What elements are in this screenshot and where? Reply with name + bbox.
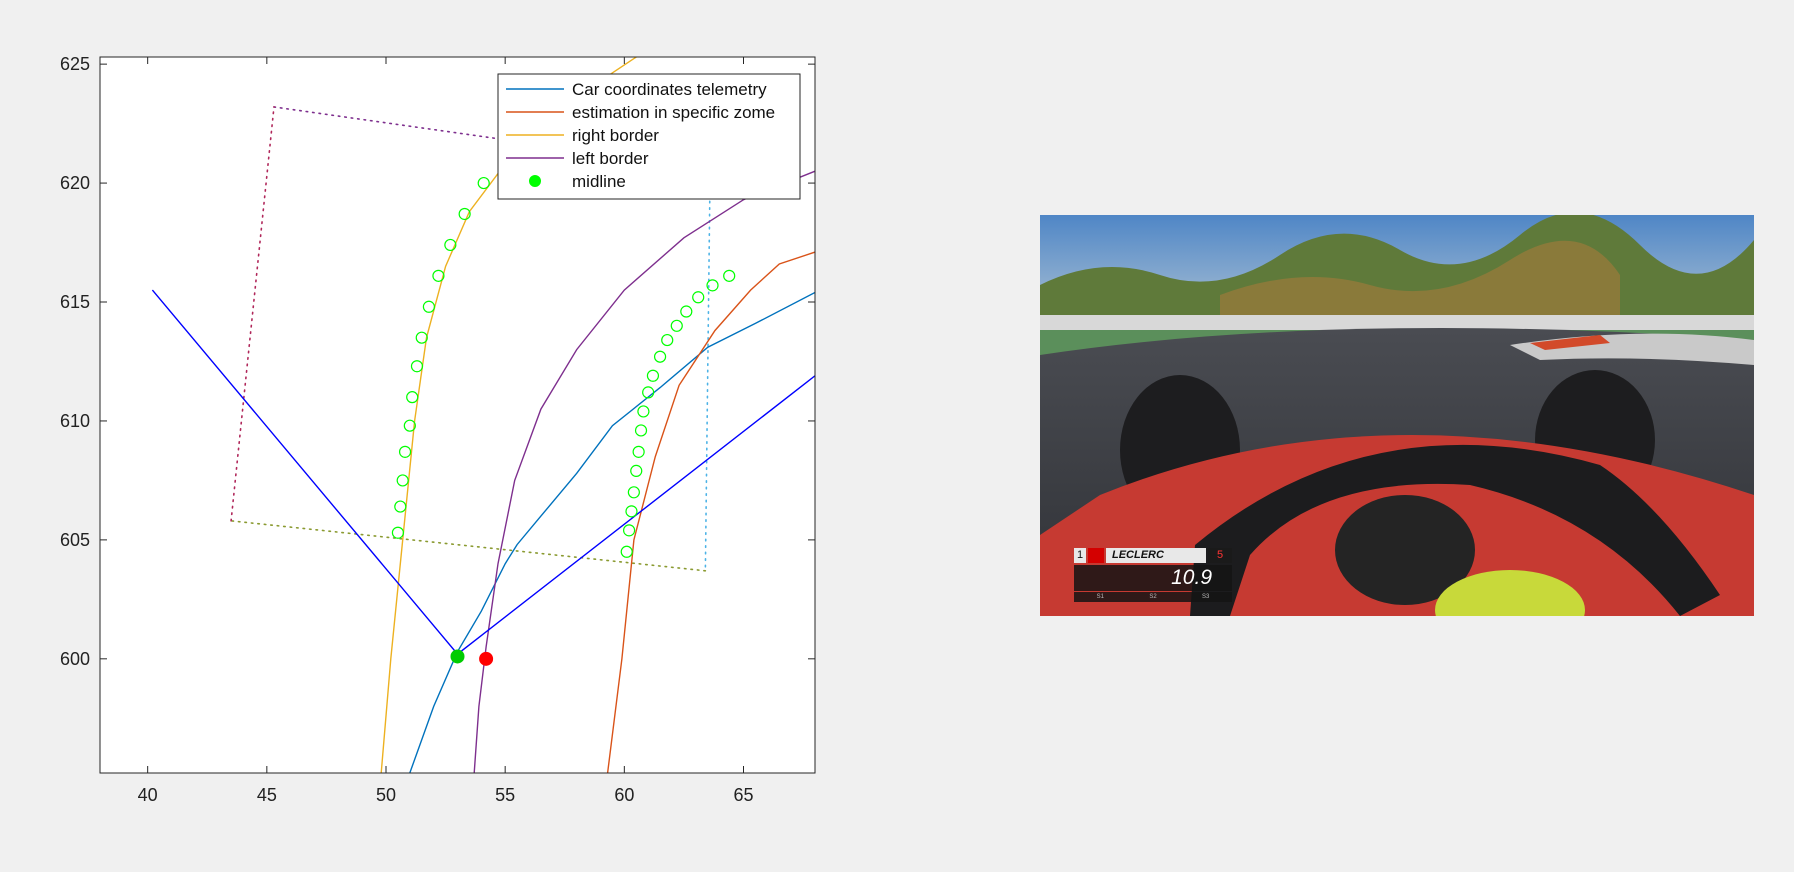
legend-label-1: Car coordinates telemetry	[572, 80, 767, 99]
hud-sector-2: S2	[1149, 594, 1157, 600]
x-tick-label-45: 45	[257, 785, 277, 805]
x-tick-label-40: 40	[138, 785, 158, 805]
ferrari-logo-icon	[1088, 548, 1104, 563]
hud-sectors: S1 S2 S3	[1074, 592, 1232, 602]
hud-sector-1: S1	[1096, 594, 1104, 600]
x-tick-label-50: 50	[376, 785, 396, 805]
y-tick-label-600: 600	[60, 649, 90, 669]
hud-driver-name: LECLERC	[1106, 548, 1206, 563]
hud-time: 10.9	[1074, 565, 1232, 591]
onboard-camera-image: 1 LECLERC 5 10.9 S1 S2 S3	[1040, 215, 1754, 616]
legend-marker-5	[529, 175, 541, 187]
legend: Car coordinates telemetry estimation in s…	[497, 73, 801, 200]
y-tick-label-620: 620	[60, 173, 90, 193]
hud-lap: 5	[1208, 548, 1232, 563]
hud-sector-3: S3	[1201, 594, 1210, 600]
x-tick-label-60: 60	[614, 785, 634, 805]
y-tick-label-610: 610	[60, 411, 90, 431]
y-tick-label-605: 605	[60, 530, 90, 550]
legend-label-3: right border	[572, 126, 659, 145]
current-point-2	[479, 651, 494, 666]
x-tick-label-65: 65	[733, 785, 753, 805]
legend-label-2: estimation in specific zome	[572, 103, 775, 122]
hud-position: 1	[1074, 548, 1086, 563]
y-tick-label-625: 625	[60, 54, 90, 74]
y-tick-label-615: 615	[60, 292, 90, 312]
current-point-1	[450, 649, 465, 664]
legend-label-4: left border	[572, 149, 649, 168]
legend-label-5: midline	[572, 172, 626, 191]
x-tick-label-55: 55	[495, 785, 515, 805]
